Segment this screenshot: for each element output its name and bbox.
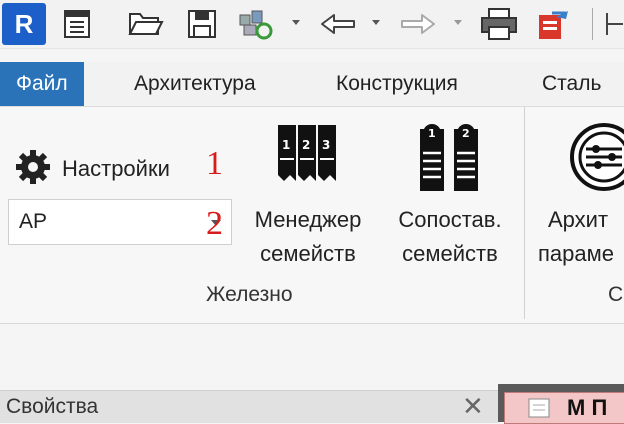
tab-structure[interactable]: Конструкция	[336, 62, 458, 106]
toolbar-separator	[592, 8, 593, 40]
arch-params-label-2: параме	[538, 241, 614, 266]
arch-params-button[interactable]: Архит параме	[538, 203, 624, 271]
app-logo[interactable]: R	[2, 3, 46, 45]
family-manager-label-2: семейств	[260, 241, 356, 266]
svg-text:2: 2	[302, 138, 310, 152]
print-icon[interactable]	[478, 6, 520, 42]
family-manager-label-1: Менеджер	[254, 207, 362, 232]
quick-access-toolbar: R	[0, 0, 624, 49]
discipline-combobox[interactable]: АР	[8, 199, 232, 245]
ribbon-panel: Настройки 1 АР 2 123 Менеджер семейств 1…	[0, 107, 624, 324]
family-manager-button[interactable]: Менеджер семейств	[242, 203, 374, 271]
settings-label: Настройки	[62, 156, 170, 181]
svg-text:1: 1	[282, 138, 290, 152]
measure-icon[interactable]	[602, 6, 624, 42]
properties-icon[interactable]	[60, 6, 94, 42]
panel-group-label: Железно	[206, 283, 293, 306]
settings-button[interactable]: Настройки	[14, 149, 170, 187]
panel-separator	[524, 107, 525, 319]
sync-dropdown-icon[interactable]	[292, 20, 300, 25]
undo-icon[interactable]	[316, 6, 360, 42]
save-icon[interactable]	[184, 6, 220, 42]
panel-group-label-2: С	[608, 283, 624, 306]
view-icon	[527, 397, 551, 424]
family-compare-button[interactable]: Сопостав. семейств	[384, 203, 516, 271]
redo-dropdown-icon	[454, 20, 462, 25]
sync-icon[interactable]	[234, 6, 278, 42]
redo-icon	[396, 6, 440, 42]
arch-params-icon[interactable]	[568, 121, 624, 193]
combo-value: АР	[19, 210, 48, 233]
family-compare-icon[interactable]: 12	[416, 123, 486, 193]
document-tab-label: М П	[567, 395, 608, 420]
properties-title: Свойства	[6, 395, 99, 418]
annotation-marker-1: 1	[206, 145, 223, 182]
document-tab[interactable]: М П	[504, 392, 624, 424]
ribbon-empty-area	[0, 324, 624, 384]
tab-steel[interactable]: Сталь	[542, 62, 601, 106]
svg-text:3: 3	[322, 138, 330, 152]
family-compare-label-1: Сопостав.	[398, 207, 502, 232]
family-compare-label-2: семейств	[402, 241, 498, 266]
export-icon[interactable]	[534, 6, 574, 42]
svg-text:2: 2	[462, 127, 470, 140]
open-icon[interactable]	[126, 6, 166, 42]
annotation-marker-2: 2	[206, 205, 223, 242]
ribbon-tabs: Файл Архитектура Конструкция Сталь	[0, 62, 624, 107]
properties-header: Свойства ✕	[0, 390, 498, 423]
family-manager-icon[interactable]: 123	[276, 123, 338, 191]
tab-file[interactable]: Файл	[0, 62, 84, 106]
arch-params-label-1: Архит	[548, 207, 609, 232]
svg-text:1: 1	[428, 127, 436, 140]
tab-architecture[interactable]: Архитектура	[134, 62, 256, 106]
gear-icon	[14, 148, 52, 191]
undo-dropdown-icon[interactable]	[372, 20, 380, 25]
close-icon[interactable]: ✕	[462, 391, 484, 422]
